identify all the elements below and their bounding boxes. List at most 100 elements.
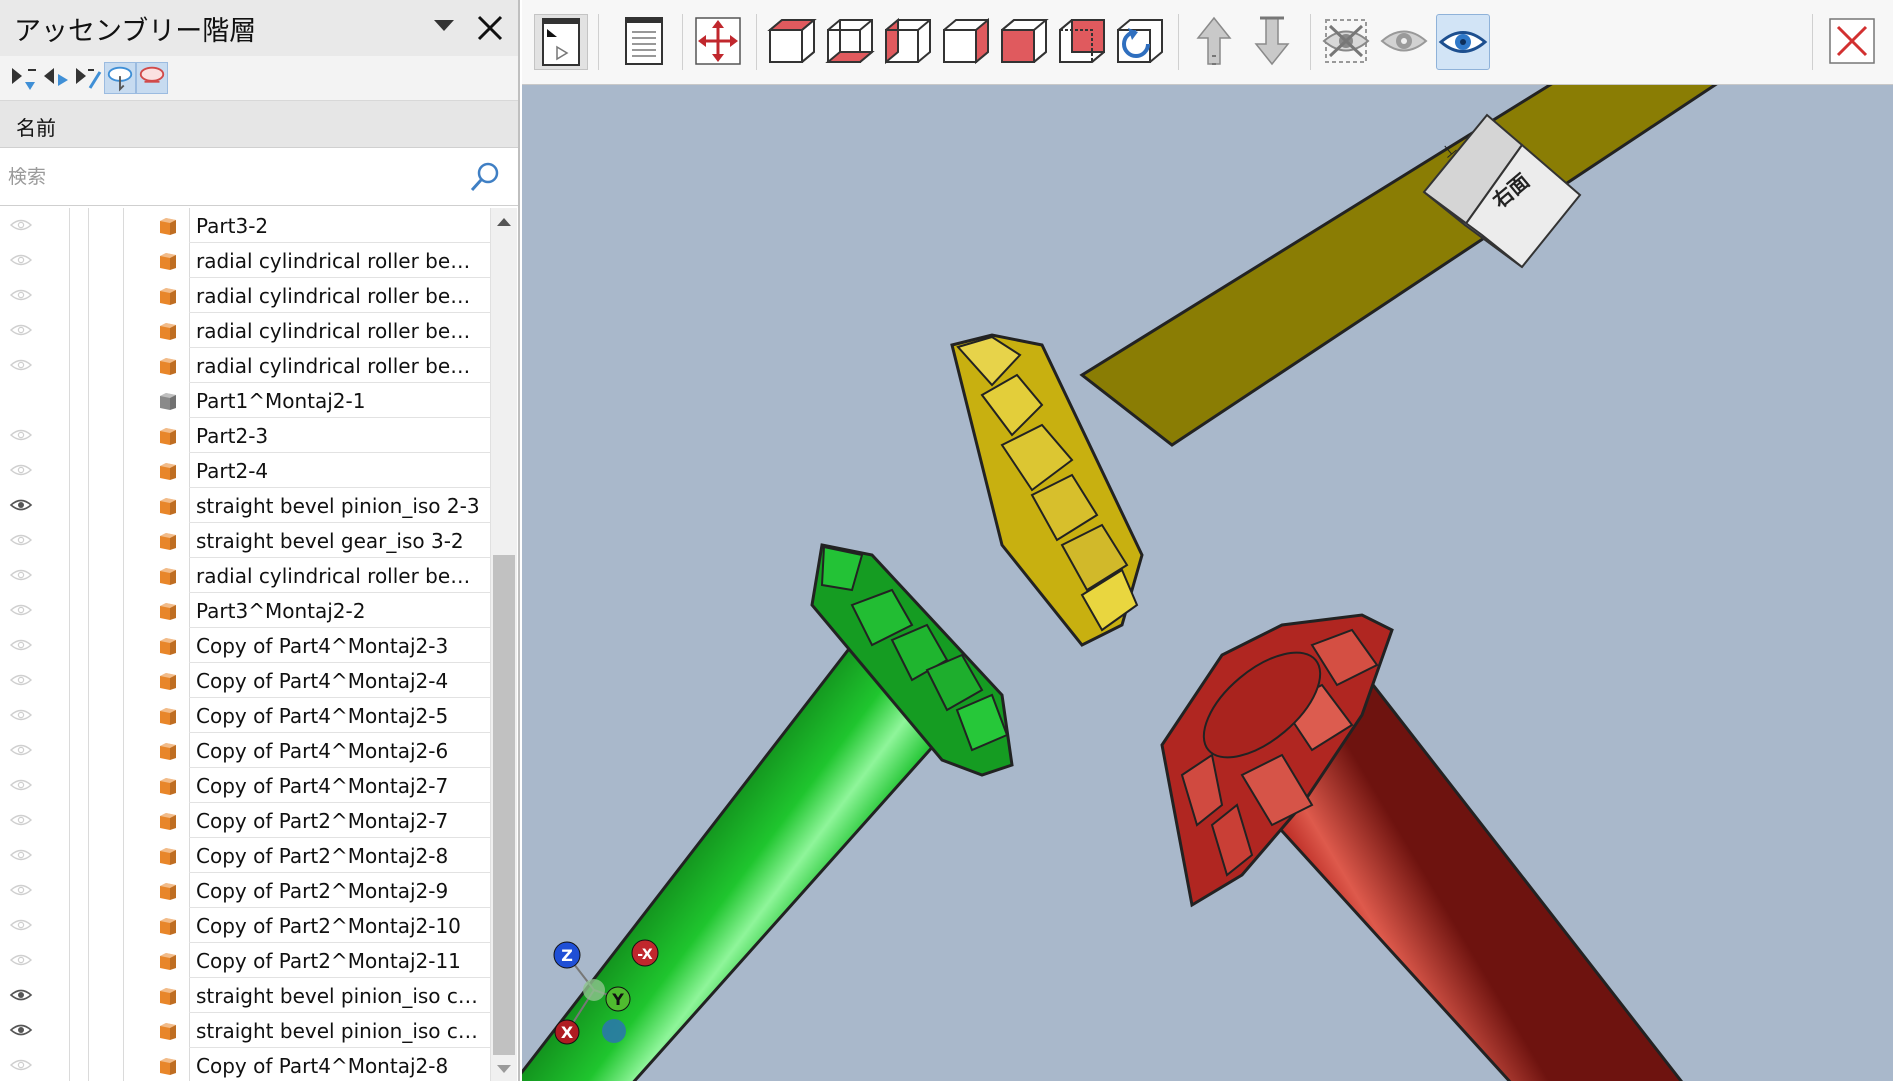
hidden-eye-icon[interactable] — [9, 1057, 33, 1073]
collapse-icon[interactable] — [40, 62, 72, 94]
tree-row[interactable]: Part2-4 — [0, 453, 490, 488]
search-input[interactable] — [6, 158, 460, 196]
part-cube-icon — [160, 673, 176, 690]
hidden-eye-icon[interactable] — [9, 427, 33, 443]
panel-toggle-button[interactable] — [534, 14, 588, 70]
move-up-button[interactable] — [1188, 14, 1242, 70]
hidden-eye-icon[interactable] — [9, 672, 33, 688]
hidden-eye-icon[interactable] — [9, 742, 33, 758]
hidden-eye-icon[interactable] — [9, 287, 33, 303]
sort-icon[interactable] — [72, 62, 104, 94]
part-cube-icon — [160, 988, 176, 1005]
scroll-up-arrow-icon[interactable] — [497, 218, 511, 226]
search-icon[interactable] — [468, 160, 502, 194]
hide-selection-button[interactable] — [1320, 14, 1374, 70]
tree-row[interactable]: Copy of Part2^Montaj2-8 — [0, 838, 490, 873]
tree-row[interactable]: Part3-2 — [0, 208, 490, 243]
tree-row[interactable]: Copy of Part2^Montaj2-11 — [0, 943, 490, 978]
view-back-button[interactable] — [998, 14, 1052, 70]
hidden-eye-icon[interactable] — [9, 707, 33, 723]
view-right-button[interactable] — [940, 14, 994, 70]
hidden-eye-icon[interactable] — [9, 637, 33, 653]
tree-row[interactable]: radial cylindrical roller beari… — [0, 313, 490, 348]
tree-row[interactable]: Copy of Part2^Montaj2-10 — [0, 908, 490, 943]
view-top-button[interactable] — [1056, 14, 1110, 70]
tree-row[interactable]: radial cylindrical roller beari… — [0, 243, 490, 278]
tree-row[interactable]: straight bevel pinion_iso ch… — [0, 1013, 490, 1048]
panel-title: アッセンブリー階層 — [14, 15, 257, 47]
tree-row[interactable]: Copy of Part4^Montaj2-8 — [0, 1048, 490, 1081]
show-all-button[interactable] — [1436, 14, 1490, 70]
close-view-button[interactable] — [1826, 14, 1880, 70]
tree-row[interactable]: radial cylindrical roller beari… — [0, 278, 490, 313]
tree-row[interactable]: Copy of Part4^Montaj2-7 — [0, 768, 490, 803]
hidden-eye-icon[interactable] — [9, 882, 33, 898]
panel-close-icon[interactable] — [474, 12, 506, 44]
assembly-hierarchy-panel: アッセンブリー階層 名前 Part3-2radial cylind — [0, 0, 520, 1081]
part-cube-icon — [160, 1058, 176, 1075]
3d-scene[interactable]: 右面 上 Z -X Y X — [522, 85, 1893, 1081]
hidden-eye-icon[interactable] — [9, 847, 33, 863]
view-bottom-button[interactable] — [824, 14, 878, 70]
hidden-eye-icon[interactable] — [9, 217, 33, 233]
hidden-eye-icon[interactable] — [9, 567, 33, 583]
cube-back-icon — [1001, 19, 1049, 63]
hidden-eye-icon[interactable] — [9, 252, 33, 268]
close-icon — [1829, 18, 1875, 64]
hidden-eye-icon[interactable] — [9, 777, 33, 793]
tree-item-label: Copy of Part2^Montaj2-9 — [196, 879, 449, 903]
move-down-button[interactable] — [1246, 14, 1300, 70]
axis-neg-x-label: -X — [637, 947, 653, 963]
tree-scrollbar[interactable] — [490, 208, 517, 1081]
hidden-eye-icon[interactable] — [9, 357, 33, 373]
yellow-gear-assembly[interactable] — [950, 85, 1730, 647]
tree-row[interactable]: Copy of Part4^Montaj2-3 — [0, 628, 490, 663]
hidden-eye-icon[interactable] — [9, 462, 33, 478]
hidden-eye-icon[interactable] — [9, 602, 33, 618]
document-button[interactable] — [618, 14, 672, 70]
tree-row[interactable]: Part3^Montaj2-2 — [0, 593, 490, 628]
view-left-button[interactable] — [882, 14, 936, 70]
3d-viewport[interactable]: 右面 上 Z -X Y X — [522, 85, 1893, 1081]
tree-item-label: Copy of Part4^Montaj2-4 — [196, 669, 449, 693]
tree-item-label: radial cylindrical roller beari… — [196, 354, 482, 378]
tree-row[interactable]: straight bevel gear_iso 3-2 — [0, 523, 490, 558]
view-front-button[interactable] — [766, 14, 820, 70]
tree-row[interactable]: Copy of Part4^Montaj2-4 — [0, 663, 490, 698]
name-column-header[interactable]: 名前 — [0, 101, 518, 148]
tree-row[interactable]: radial cylindrical roller beari… — [0, 348, 490, 383]
tree-row[interactable]: radial cylindrical roller beari… — [0, 558, 490, 593]
tree-item-label: Part3^Montaj2-2 — [196, 599, 366, 623]
hidden-eye-icon[interactable] — [9, 812, 33, 828]
expand-all-icon[interactable] — [8, 62, 40, 94]
hidden-eye-icon[interactable] — [9, 917, 33, 933]
cube-right-icon — [943, 17, 989, 65]
visibility-eye-icon[interactable] — [9, 987, 33, 1003]
tree-item-label: straight bevel pinion_iso ch… — [196, 984, 482, 1008]
panel-menu-dropdown-icon[interactable] — [434, 20, 454, 31]
scroll-thumb[interactable] — [493, 555, 515, 1055]
tree-row[interactable]: Copy of Part4^Montaj2-6 — [0, 733, 490, 768]
tree-row[interactable]: Copy of Part2^Montaj2-7 — [0, 803, 490, 838]
visibility-eye-icon[interactable] — [9, 497, 33, 513]
rotate-view-button[interactable] — [1114, 14, 1168, 70]
visibility-eye-icon[interactable] — [9, 1022, 33, 1038]
tree-item-label: Copy of Part2^Montaj2-8 — [196, 844, 449, 868]
tree-row[interactable]: straight bevel pinion_iso ch… — [0, 978, 490, 1013]
clear-filter-icon[interactable] — [136, 62, 168, 94]
highlight-filter-icon[interactable] — [104, 62, 136, 94]
tree-row[interactable]: Part2-3 — [0, 418, 490, 453]
tree-row[interactable]: Part1^Montaj2-1 — [0, 383, 490, 418]
part-cube-icon — [160, 393, 176, 410]
tree-row[interactable]: Copy of Part2^Montaj2-9 — [0, 873, 490, 908]
hidden-eye-icon[interactable] — [9, 532, 33, 548]
tree-row[interactable]: Copy of Part4^Montaj2-5 — [0, 698, 490, 733]
hidden-eye-icon[interactable] — [9, 952, 33, 968]
scroll-down-arrow-icon[interactable] — [497, 1065, 511, 1073]
arrow-down-icon — [1254, 16, 1290, 66]
red-gear-assembly[interactable] — [1160, 613, 1692, 1081]
tree-row[interactable]: straight bevel pinion_iso 2-3 — [0, 488, 490, 523]
hidden-eye-icon[interactable] — [9, 322, 33, 338]
fit-all-button[interactable] — [692, 14, 746, 70]
show-button[interactable] — [1378, 14, 1432, 70]
